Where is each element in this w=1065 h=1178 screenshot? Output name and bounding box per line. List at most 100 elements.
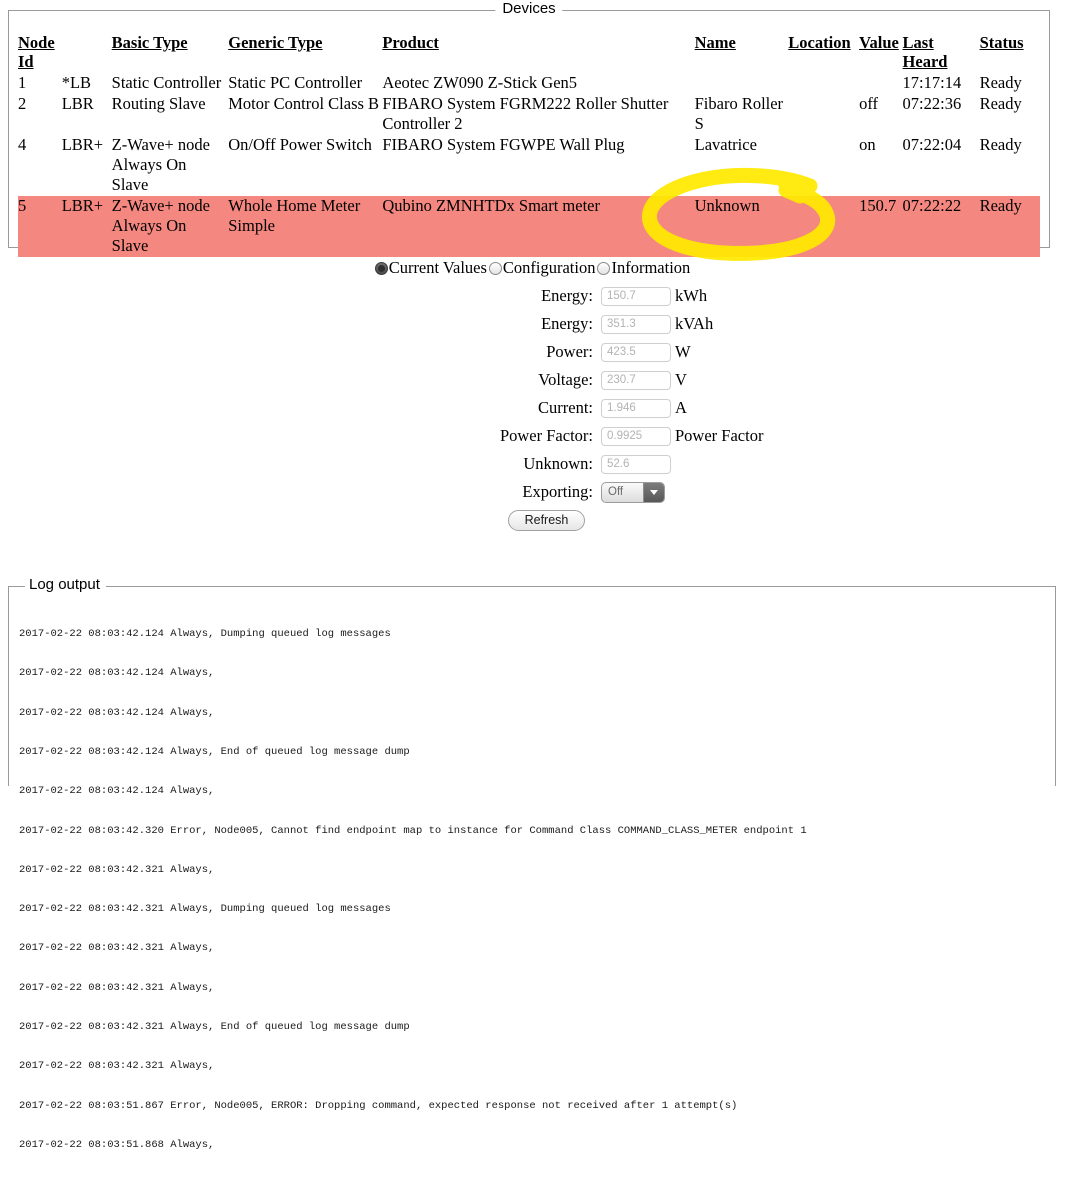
column-header-node-id[interactable]: Node Id <box>18 33 62 73</box>
cell-status: Ready <box>979 135 1022 154</box>
refresh-button[interactable]: Refresh <box>507 510 586 531</box>
column-header-basic-type[interactable]: Basic Type <box>112 33 229 73</box>
cell-location <box>788 94 859 135</box>
chevron-down-icon[interactable] <box>643 482 664 502</box>
input-unknown[interactable] <box>601 454 671 474</box>
log-line-text: 2017-02-22 08:03:42.124 Always, <box>19 706 215 719</box>
cell-last-heard: 17:17:14 <box>902 73 962 92</box>
log-line-text: 2017-02-22 08:03:51.868 Always, <box>19 1138 215 1151</box>
radio-label-current-values: Current Values <box>388 258 487 277</box>
cell-node-id: 2 <box>18 94 27 113</box>
cell-product: FIBARO System FGWPE Wall Plug <box>382 135 625 154</box>
label-current: Current: <box>538 398 593 417</box>
unit-energy-kwh: kWh <box>675 286 708 305</box>
cell-product: Aeotec ZW090 Z-Stick Gen5 <box>382 73 578 92</box>
log-line-text: 2017-02-22 08:03:42.321 Always, <box>19 981 215 994</box>
cell-name: Unknown <box>694 196 789 257</box>
cell-last-heard: 07:22:04 <box>902 135 962 154</box>
log-line-text: 2017-02-22 08:03:42.321 Always, Dumping … <box>19 903 391 916</box>
devices-panel-title: Devices <box>495 0 563 18</box>
column-header-last-heard[interactable]: Last Heard <box>903 33 980 73</box>
column-header-last-text: Last <box>902 33 934 52</box>
log-line-text: 2017-02-22 08:03:42.321 Always, <box>19 942 215 955</box>
table-row-selected[interactable]: 5 LBR+ Z-Wave+ node Always On Slave Whol… <box>18 196 1040 257</box>
log-output-content[interactable]: 2017-02-22 08:03:42.124 Always, Dumping … <box>19 602 1049 1178</box>
label-energy-kvah: Energy: <box>541 314 593 333</box>
form-row-energy-kvah: Energy: kVAh <box>0 310 1065 338</box>
column-header-status[interactable]: Status <box>980 33 1040 73</box>
cell-location <box>788 73 859 94</box>
radio-configuration[interactable]: Configuration <box>488 258 595 278</box>
log-line: 2017-02-22 08:03:42.321 Always, End of q… <box>19 1021 1049 1034</box>
label-exporting: Exporting: <box>522 482 593 501</box>
unit-power-factor: Power Factor <box>675 426 764 445</box>
log-line-text: 2017-02-22 08:03:42.321 Always, <box>19 863 215 876</box>
cell-flags: LBR <box>61 94 94 113</box>
cell-value: 150.7 <box>859 196 903 257</box>
form-row-exporting: Exporting: Off <box>0 478 1065 506</box>
cell-name: Fibaro Roller S <box>694 94 784 133</box>
cell-node-id: 5 <box>18 196 62 257</box>
radio-current-values[interactable]: Current Values <box>374 258 487 278</box>
log-line: 2017-02-22 08:03:42.124 Always, End of q… <box>19 746 1049 759</box>
cell-status: Ready <box>979 196 1040 257</box>
cell-basic-type: Z-Wave+ node Always On Slave <box>111 135 210 194</box>
cell-value <box>859 73 902 94</box>
log-line-text: 2017-02-22 08:03:42.124 Always, End of q… <box>19 746 410 759</box>
column-header-generic-type[interactable]: Generic Type <box>228 33 382 73</box>
select-exporting[interactable]: Off <box>601 481 665 503</box>
cell-status: Ready <box>979 94 1022 113</box>
column-header-product[interactable]: Product <box>382 33 694 73</box>
label-power-factor: Power Factor: <box>499 426 593 445</box>
cell-name: Lavatrice <box>694 135 757 154</box>
table-row[interactable]: 1 *LB Static Controller Static PC Contro… <box>18 73 1040 94</box>
form-row-energy-kwh: Energy: kWh <box>0 282 1065 310</box>
select-exporting-value: Off <box>608 486 624 498</box>
cell-location <box>788 135 859 196</box>
log-line-highlighted: 2017-02-22 08:03:42.320 Error, Node005, … <box>19 825 1049 838</box>
cell-generic-type: Motor Control Class B <box>228 94 380 113</box>
cell-status: Ready <box>979 73 1022 92</box>
column-header-location[interactable]: Location <box>788 33 859 73</box>
unit-current: A <box>675 398 687 417</box>
cell-basic-type: Z-Wave+ node Always On Slave <box>111 196 229 257</box>
log-line-text: 2017-02-22 08:03:42.320 Error, Node005, … <box>19 824 807 837</box>
log-line: 2017-02-22 08:03:42.321 Always, <box>19 1060 1049 1073</box>
radio-button-icon[interactable] <box>488 262 502 275</box>
table-row[interactable]: 4 LBR+ Z-Wave+ node Always On Slave On/O… <box>18 135 1040 196</box>
column-header-value[interactable]: Value <box>859 33 902 73</box>
input-power[interactable] <box>601 342 671 362</box>
unit-voltage: V <box>675 370 687 389</box>
column-header-name[interactable]: Name <box>695 33 789 73</box>
log-line-text: 2017-02-22 08:03:42.124 Always, <box>19 785 215 798</box>
cell-generic-type: Whole Home Meter Simple <box>228 196 383 257</box>
radio-information[interactable]: Information <box>597 258 690 278</box>
devices-panel: Devices Node Id Basic Type Generic Type … <box>8 0 1050 257</box>
label-power: Power: <box>546 342 593 361</box>
table-row[interactable]: 2 LBR Routing Slave Motor Control Class … <box>18 94 1040 135</box>
log-line: 2017-02-22 08:03:51.868 Always, <box>19 1139 1049 1152</box>
cell-basic-type: Static Controller <box>111 73 222 92</box>
input-energy-kwh[interactable] <box>601 286 671 306</box>
log-output-panel: Log output 2017-02-22 08:03:42.124 Alway… <box>8 576 1056 1151</box>
log-line-highlighted: 2017-02-22 08:03:42.124 Always, <box>19 785 1049 798</box>
log-line: 2017-02-22 08:03:42.124 Always, Dumping … <box>19 628 1049 641</box>
column-header-id-text: Id <box>18 52 34 71</box>
log-output-title: Log output <box>25 576 106 594</box>
log-line: 2017-02-22 08:03:42.124 Always, <box>19 707 1049 720</box>
cell-product: Qubino ZMNHTDx Smart meter <box>382 196 695 257</box>
log-line: 2017-02-22 08:03:51.867 Error, Node005, … <box>19 1100 1049 1113</box>
input-current[interactable] <box>601 398 671 418</box>
form-row-unknown: Unknown: <box>0 450 1065 478</box>
input-energy-kvah[interactable] <box>601 314 671 334</box>
form-row-power: Power: W <box>0 338 1065 366</box>
log-line: 2017-02-22 08:03:42.321 Always, <box>19 864 1049 877</box>
input-power-factor[interactable] <box>601 426 671 446</box>
form-row-voltage: Voltage: V <box>0 366 1065 394</box>
column-header-flags <box>62 33 112 73</box>
radio-button-icon[interactable] <box>597 262 611 275</box>
radio-button-icon[interactable] <box>374 262 388 275</box>
input-voltage[interactable] <box>601 370 671 390</box>
devices-table: Node Id Basic Type Generic Type Product … <box>18 33 1040 257</box>
cell-node-id: 4 <box>18 135 27 154</box>
